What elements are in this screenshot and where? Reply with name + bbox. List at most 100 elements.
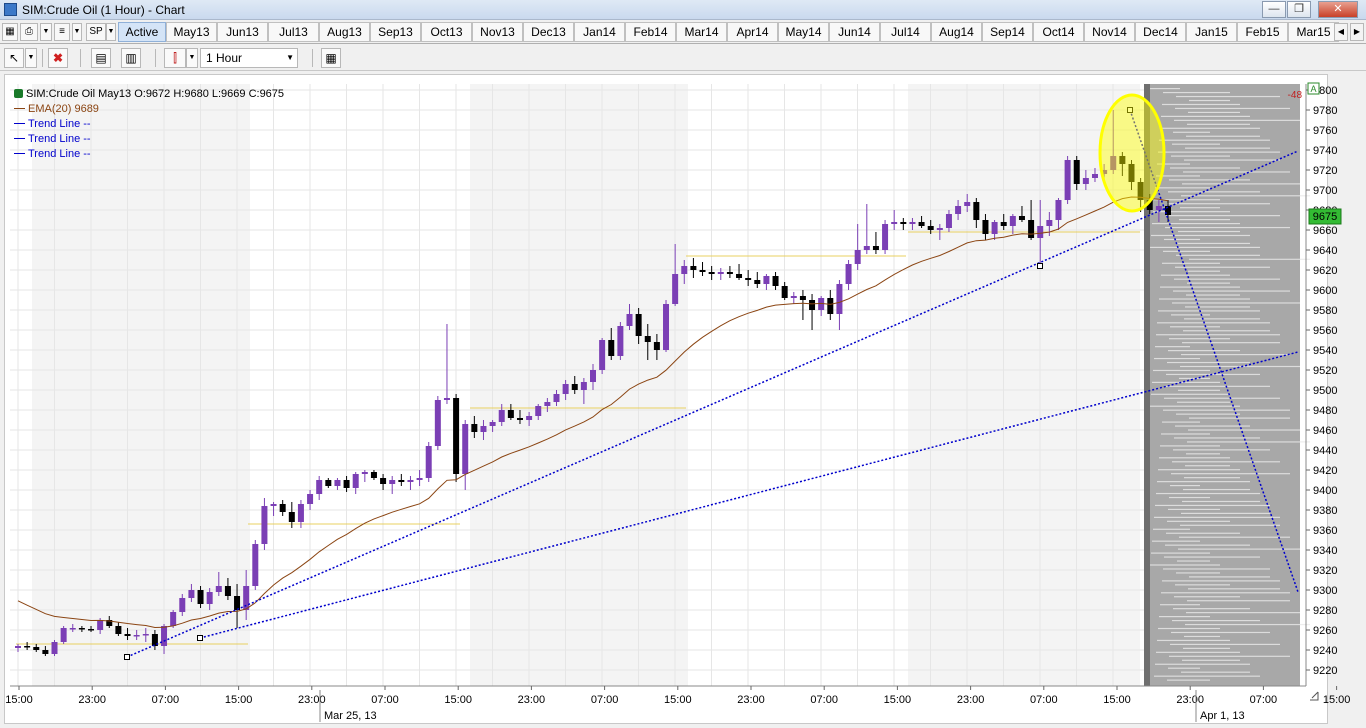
depth-stripe bbox=[1163, 250, 1210, 252]
depth-stripe bbox=[1185, 465, 1230, 467]
candle-body bbox=[526, 416, 533, 420]
candle-body bbox=[489, 422, 496, 426]
depth-stripe bbox=[1152, 540, 1200, 542]
candle-body bbox=[215, 586, 222, 592]
depth-stripe bbox=[1173, 290, 1290, 292]
depth-stripe bbox=[1160, 286, 1240, 288]
candle-body bbox=[51, 642, 58, 654]
depth-stripe bbox=[1171, 155, 1230, 157]
candle-body bbox=[699, 270, 706, 272]
candle-body bbox=[909, 222, 916, 224]
resize-grip-icon[interactable] bbox=[1310, 691, 1319, 701]
candle-body bbox=[1046, 220, 1053, 226]
price-tick-label: 9660 bbox=[1313, 225, 1337, 237]
candle-body bbox=[343, 480, 350, 488]
candle-body bbox=[1064, 160, 1071, 200]
depth-stripe bbox=[1183, 647, 1230, 649]
candle-body bbox=[617, 326, 624, 356]
trend-line-anchor[interactable] bbox=[124, 654, 130, 660]
candle-body bbox=[297, 504, 304, 522]
chart-legend: SIM:Crude Oil May13 O:9672 H:9680 L:9669… bbox=[14, 87, 284, 162]
depth-stripe bbox=[1173, 449, 1270, 451]
legend-trend-line: Trend Line -- bbox=[28, 118, 91, 130]
depth-stripe bbox=[1177, 401, 1230, 403]
depth-stripe bbox=[1172, 461, 1280, 463]
time-tick-label: 15:00 bbox=[225, 694, 253, 706]
date-label: Mar 25, 13 bbox=[324, 710, 377, 722]
depth-stripe bbox=[1162, 421, 1200, 423]
time-tick-label: 15:00 bbox=[884, 694, 912, 706]
trend-line-anchor[interactable] bbox=[1037, 263, 1043, 269]
depth-stripe bbox=[1178, 230, 1240, 233]
depth-stripe bbox=[1164, 238, 1200, 241]
depth-stripe bbox=[1161, 115, 1250, 117]
depth-stripe bbox=[1154, 516, 1280, 518]
depth-stripe bbox=[1181, 671, 1250, 673]
candle-body bbox=[334, 480, 341, 486]
candle-body bbox=[1155, 206, 1162, 210]
depth-stripe bbox=[1169, 338, 1230, 340]
depth-stripe bbox=[1185, 306, 1250, 308]
candle-body bbox=[535, 406, 542, 416]
legend-trend-line: Trend Line -- bbox=[28, 148, 91, 160]
depth-stripe bbox=[1186, 453, 1220, 455]
candle-body bbox=[480, 426, 487, 432]
highlight-ellipse[interactable] bbox=[1098, 93, 1166, 213]
depth-stripe bbox=[1152, 222, 1240, 225]
trend-line-icon bbox=[14, 138, 25, 139]
depth-stripe bbox=[1169, 655, 1290, 657]
candle-body bbox=[927, 226, 934, 230]
time-tick-label: 15:00 bbox=[444, 694, 472, 706]
depth-stripe bbox=[1153, 528, 1190, 530]
candle-body bbox=[882, 224, 889, 250]
candle-body bbox=[224, 586, 231, 596]
depth-stripe bbox=[1168, 350, 1240, 352]
candle-body bbox=[42, 650, 49, 654]
candle-body bbox=[188, 590, 195, 598]
depth-stripe bbox=[1164, 556, 1260, 558]
depth-stripe bbox=[1167, 203, 1270, 205]
depth-stripe bbox=[1161, 592, 1290, 594]
depth-stripe bbox=[1158, 310, 1260, 312]
depth-stripe bbox=[1157, 322, 1270, 324]
candle-body bbox=[389, 480, 396, 484]
depth-stripe bbox=[1175, 584, 1230, 586]
depth-stripe bbox=[1185, 147, 1270, 149]
depth-stripe bbox=[1174, 596, 1240, 598]
candle-body bbox=[498, 410, 505, 422]
last-price-label: 9675 bbox=[1313, 211, 1337, 223]
candle-body bbox=[261, 506, 268, 544]
depth-stripe bbox=[1164, 397, 1280, 399]
depth-stripe bbox=[1156, 651, 1240, 653]
depth-stripe bbox=[1173, 608, 1250, 610]
candle-body bbox=[380, 478, 387, 484]
depth-stripe bbox=[1159, 139, 1270, 141]
depth-stripe bbox=[1168, 508, 1220, 511]
depth-stripe bbox=[1179, 219, 1230, 221]
depth-stripe bbox=[1155, 504, 1270, 507]
depth-stripe bbox=[1163, 409, 1290, 411]
depth-stripe bbox=[1189, 576, 1270, 578]
candle-body bbox=[370, 472, 377, 478]
legend-instrument: SIM:Crude Oil May13 O:9672 H:9680 L:9669… bbox=[26, 88, 285, 100]
candle-body bbox=[1037, 226, 1044, 238]
legend-ema: EMA(20) 9689 bbox=[28, 103, 99, 115]
candle-body bbox=[708, 272, 715, 274]
candle-body bbox=[97, 620, 104, 630]
candle-body bbox=[891, 222, 898, 224]
candle-body bbox=[179, 598, 186, 612]
depth-stripe bbox=[1173, 131, 1210, 133]
depth-stripe bbox=[1172, 302, 1300, 304]
depth-stripe bbox=[1165, 544, 1250, 546]
candle-body bbox=[316, 480, 323, 494]
price-tick-label: 9560 bbox=[1313, 325, 1337, 337]
depth-stripe bbox=[1166, 373, 1260, 376]
depth-stripe bbox=[1170, 326, 1220, 328]
depth-stripe bbox=[1182, 500, 1260, 503]
depth-stripe bbox=[1160, 604, 1200, 606]
depth-stripe bbox=[1162, 262, 1220, 264]
trend-line-anchor[interactable] bbox=[197, 635, 203, 641]
candle-body bbox=[33, 647, 40, 650]
candle-body bbox=[964, 202, 971, 206]
price-tick-label: 9600 bbox=[1313, 285, 1337, 297]
